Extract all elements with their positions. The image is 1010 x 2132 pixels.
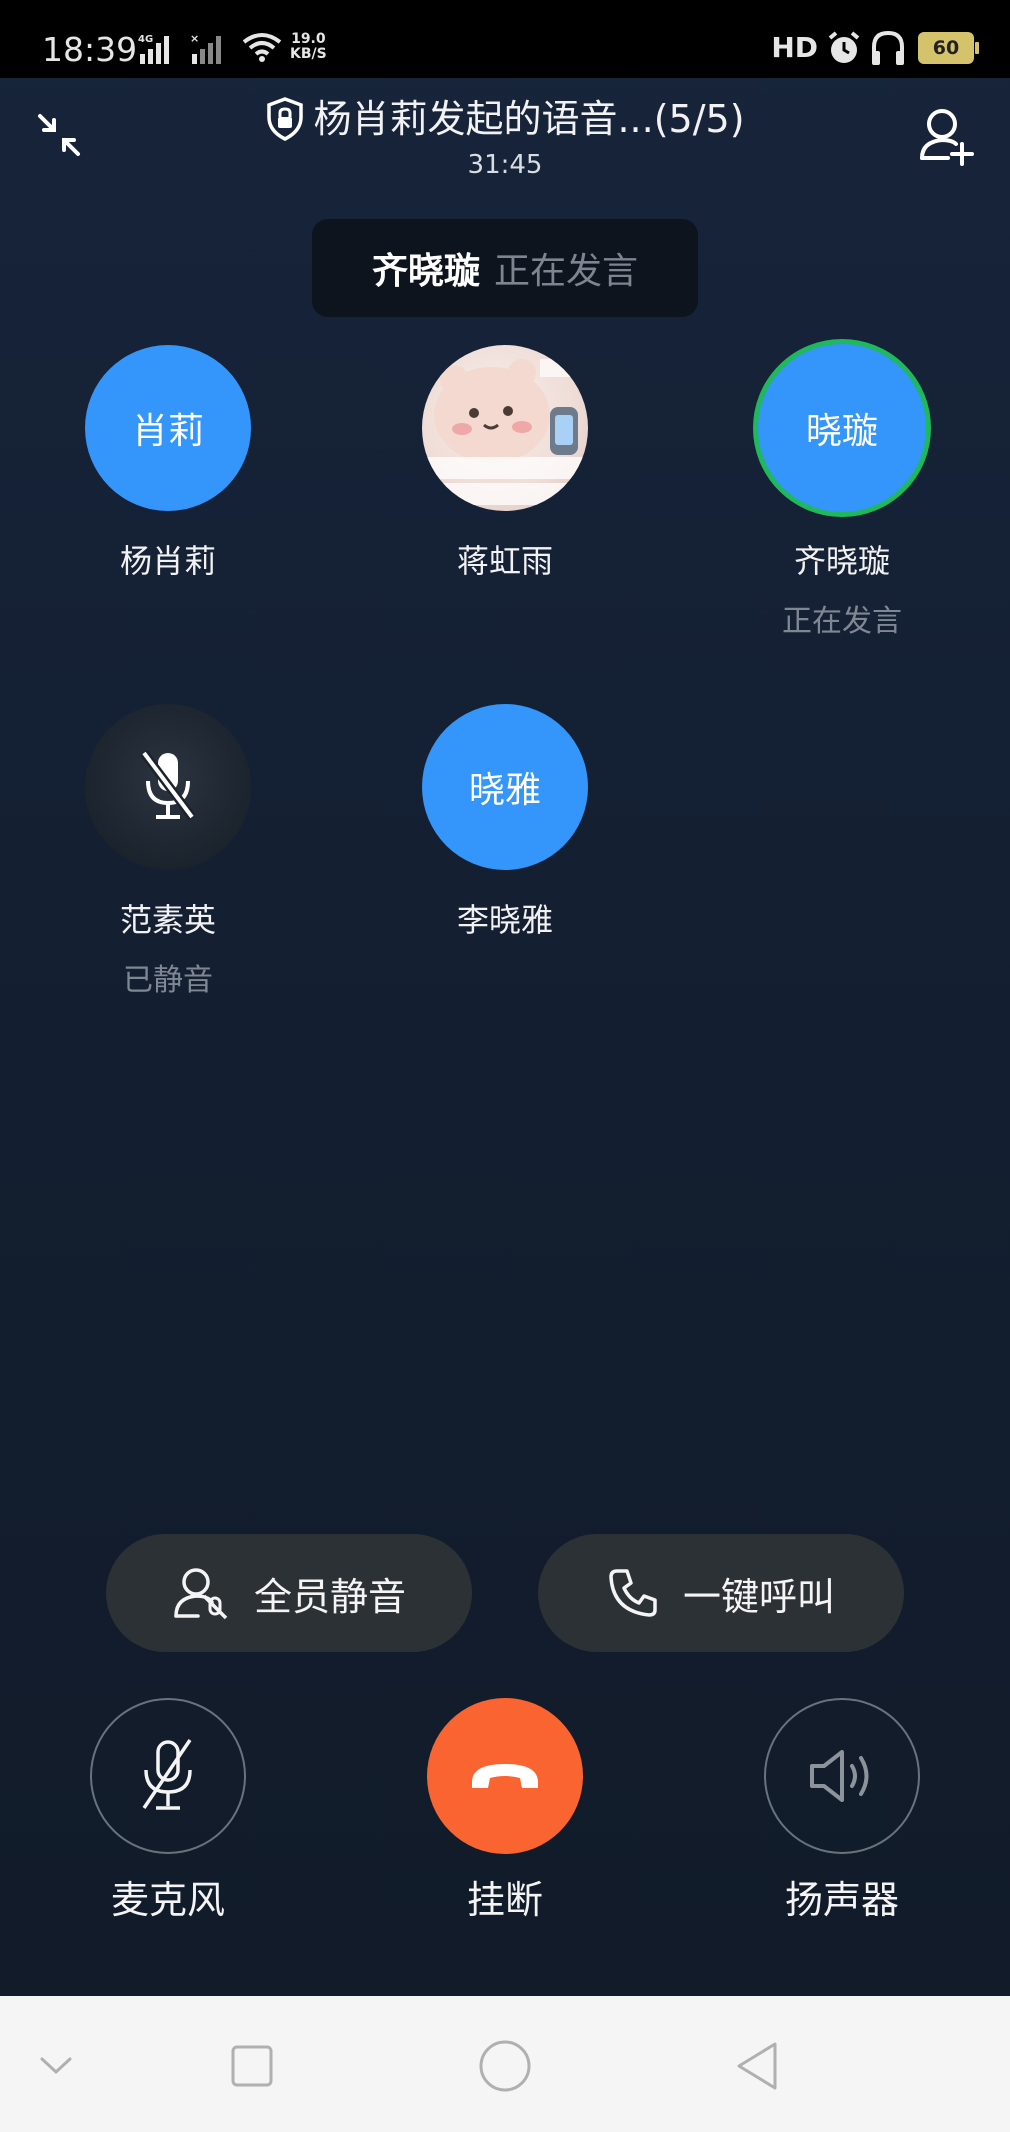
call-timer: 31:45 [467,150,543,180]
avatar [85,704,251,870]
status-bar: 18:39 4G × 19.0 KB/S HD 60 [0,0,1010,78]
participant-name: 李晓雅 [456,901,553,939]
battery-indicator: 60 [918,32,979,64]
network-speed-unit: KB/S [290,46,327,62]
call-title-text: 杨肖莉发起的语音...(5/5) [313,97,745,141]
signal-no-service-icon: × [190,32,221,64]
mic-control[interactable]: 麦克风 [68,1698,268,1924]
circle-icon [479,2040,531,2092]
mic-label: 麦克风 [110,1878,225,1922]
mute-all-button[interactable]: 全员静音 [106,1534,472,1652]
nav-recents-button[interactable] [222,2036,282,2096]
nav-home-button[interactable] [475,2036,535,2096]
nav-back-button[interactable] [728,2036,788,2096]
chevron-down-icon [40,2057,72,2075]
participant-status: 已静音 [123,963,213,998]
participant-2[interactable]: 蒋虹雨 [390,345,620,581]
network-speed: 19.0 KB/S [290,32,327,62]
avatar: 晓璇 [753,339,931,517]
mute-all-label: 全员静音 [253,1574,406,1619]
call-all-button[interactable]: 一键呼叫 [538,1534,904,1652]
participant-3[interactable]: 晓璇 齐晓璇 正在发言 [727,339,957,641]
participant-name: 蒋虹雨 [456,542,553,580]
participant-1[interactable]: 肖莉 杨肖莉 [53,345,283,581]
nav-collapse-button[interactable] [26,2036,86,2096]
back-triangle-icon [737,2042,777,2090]
speaking-banner: 齐晓璇 正在发言 [312,219,698,317]
hd-label: HD [771,31,818,64]
hangup-control[interactable]: 挂断 [405,1698,605,1924]
speaker-control[interactable]: 扬声器 [742,1698,942,1924]
participant-name: 范素英 [119,901,216,939]
call-all-label: 一键呼叫 [682,1574,835,1619]
hangup-icon [472,1764,538,1788]
bear-sticker-icon [422,359,588,505]
signal-4g-icon: 4G [138,34,169,64]
wifi-icon [242,33,282,62]
mic-toggle-button[interactable] [90,1698,246,1854]
avatar: 肖莉 [85,345,251,511]
mic-muted-icon [140,750,196,820]
mic-off-icon [142,1739,192,1810]
square-icon [231,2045,273,2087]
mute-all-icon [174,1568,228,1620]
speaker-toggle-button[interactable] [764,1698,920,1854]
participant-4[interactable]: 范素英 已静音 [53,704,283,1000]
shield-lock-icon [267,97,304,141]
system-nav-bar [0,1996,1010,2132]
participant-status: 正在发言 [782,604,902,639]
status-icons-right: HD 60 [771,28,979,68]
network-speed-value: 19.0 [291,31,326,47]
participant-name: 杨肖莉 [119,542,216,580]
speaking-name: 齐晓璇 [371,251,480,292]
avatar: 晓雅 [422,704,588,870]
hangup-label: 挂断 [466,1878,543,1922]
headphones-icon [872,30,904,65]
participant-name: 齐晓璇 [793,542,890,580]
phone-icon [609,1569,657,1617]
speaking-status: 正在发言 [494,251,639,292]
add-member-icon[interactable] [918,106,976,166]
participant-5[interactable]: 晓雅 李晓雅 [390,704,620,940]
status-time: 18:39 [42,30,138,69]
svg-text:4G: 4G [138,34,153,45]
speaker-label: 扬声器 [784,1878,899,1922]
hangup-button[interactable] [427,1698,583,1854]
call-title: 杨肖莉发起的语音...(5/5) [0,94,1010,144]
svg-text:×: × [190,32,199,45]
alarm-icon [828,31,860,63]
avatar [422,345,588,511]
speaker-icon [810,1750,869,1802]
